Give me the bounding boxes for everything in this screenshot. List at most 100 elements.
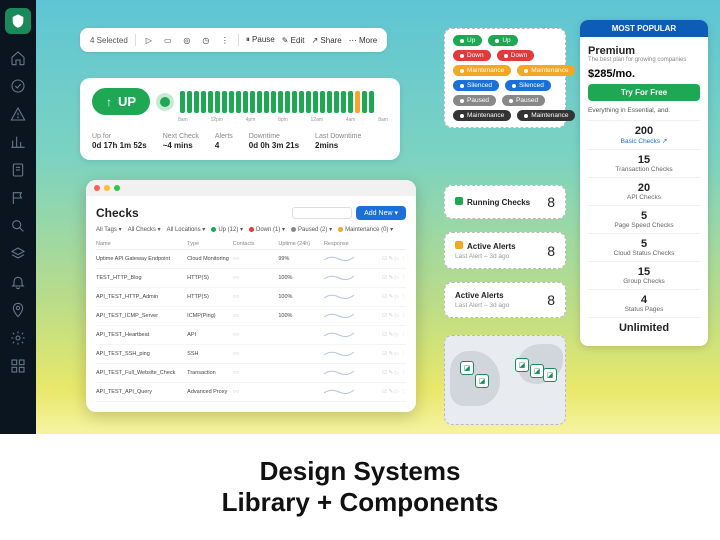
pricing-feature: 15Transaction Checks	[588, 149, 700, 177]
stat-label: Downtime	[249, 133, 299, 140]
filter-row: All Tags ▾ All Checks ▾ All Locations ▾ Up …	[96, 226, 406, 233]
uptime-bar	[194, 91, 199, 113]
uptime-bar	[229, 91, 234, 113]
stat-value: ~4 mins	[163, 141, 199, 150]
table-row[interactable]: TEST_HTTP_BlogHTTP(S)○○100%☑ ✎ ▷ ⋮	[96, 269, 406, 288]
checks-title: Checks	[96, 206, 139, 220]
uptime-bar	[215, 91, 220, 113]
uptime-bar	[271, 91, 276, 113]
layers-icon[interactable]	[6, 242, 30, 266]
map-pin-icon[interactable]: ◪	[460, 361, 474, 375]
calendar-icon[interactable]: ▭	[162, 34, 174, 46]
grid-icon[interactable]	[6, 354, 30, 378]
status-badge: Down	[453, 50, 491, 61]
try-free-button[interactable]: Try For Free	[588, 84, 700, 101]
uptime-bar	[222, 91, 227, 113]
pricing-feature: 5Page Speed Checks	[588, 205, 700, 233]
pause-button[interactable]: ⏸ Pause	[246, 35, 275, 45]
stat-card[interactable]: Running Checks8	[444, 185, 566, 219]
app-logo[interactable]	[5, 8, 31, 34]
plan-price: $285/mo.	[588, 68, 700, 80]
status-badge: Up	[488, 35, 517, 46]
stat-label: Up for	[92, 133, 147, 140]
alert-icon	[455, 241, 463, 249]
shield-icon	[455, 197, 463, 205]
status-filter[interactable]: Paused (2) ▾	[291, 226, 332, 233]
stat-card[interactable]: Active AlertsLast Alert – 3d ago8	[444, 282, 566, 318]
pricing-feature: 200Basic Checks ↗	[588, 120, 700, 149]
status-filter[interactable]: Maintenance (0) ▾	[338, 226, 393, 233]
status-badge: Maintenance	[453, 65, 511, 76]
filter-dropdown[interactable]: All Checks ▾	[128, 226, 161, 233]
status-badge: Maintenance	[453, 110, 511, 121]
table-row[interactable]: API_TEST_SSH_pingSSH○○☑ ✎ ▷ ⋮	[96, 345, 406, 364]
status-filter[interactable]: Up (12) ▾	[211, 226, 243, 233]
status-badge: Maintenance	[517, 110, 575, 121]
check-icon[interactable]	[6, 74, 30, 98]
table-row[interactable]: Uptime API Gateway EndpointCloud Monitor…	[96, 250, 406, 269]
status-badge: Paused	[502, 95, 545, 106]
filter-dropdown[interactable]: All Tags ▾	[96, 226, 122, 233]
home-icon[interactable]	[6, 46, 30, 70]
stat-value: 2mins	[315, 141, 361, 150]
more-button[interactable]: ⋯ More	[349, 36, 377, 45]
selection-count: 4 Selected	[90, 36, 128, 45]
search-input[interactable]	[292, 207, 352, 219]
table-row[interactable]: API_TEST_Full_Website_CheckTransaction○○…	[96, 364, 406, 383]
status-badge: Paused	[453, 95, 496, 106]
search-icon[interactable]	[6, 214, 30, 238]
pulse-icon	[160, 97, 170, 107]
status-stats: Up for0d 17h 1m 52sNext Check~4 minsAler…	[92, 133, 388, 150]
edit-button[interactable]: ✎ Edit	[282, 36, 305, 45]
pricing-feature: Unlimited	[588, 317, 700, 338]
window-traffic-lights	[86, 180, 416, 196]
table-row[interactable]: API_TEST_HeartbeatAPI○○☑ ✎ ▷ ⋮	[96, 326, 406, 345]
up-status-pill: ↑UP	[92, 88, 150, 115]
status-card: ↑UP 8am12pm4pm8pm12am4am8am Up for0d 17h…	[80, 78, 400, 160]
table-row[interactable]: API_TEST_HTTP_AdminHTTP(S)○○100%☑ ✎ ▷ ⋮	[96, 288, 406, 307]
bell-icon[interactable]	[6, 270, 30, 294]
doc-icon[interactable]	[6, 158, 30, 182]
pin-icon[interactable]	[6, 298, 30, 322]
plan-name: Premium	[588, 45, 700, 57]
stat-value: 4	[215, 141, 233, 150]
uptime-bar	[243, 91, 248, 113]
uptime-bar	[278, 91, 283, 113]
target-icon[interactable]: ◎	[181, 34, 193, 46]
uptime-bar	[369, 91, 374, 113]
plan-tagline: The best plan for growing companies	[588, 57, 700, 64]
stat-value: 0d 0h 3m 21s	[249, 141, 299, 150]
uptime-bar	[327, 91, 332, 113]
map-pin-icon[interactable]: ◪	[515, 358, 529, 372]
map-pin-icon[interactable]: ◪	[475, 374, 489, 388]
uptime-bar	[348, 91, 353, 113]
stat-label: Alerts	[215, 133, 233, 140]
filter-dropdown[interactable]: All Locations ▾	[167, 226, 206, 233]
alert-icon[interactable]	[6, 102, 30, 126]
uptime-bar	[292, 91, 297, 113]
uptime-bar	[334, 91, 339, 113]
play-icon[interactable]: ▷	[143, 34, 155, 46]
flag-icon[interactable]	[6, 186, 30, 210]
table-row[interactable]: API_TEST_ICMP_ServerICMP(Ping)○○100%☑ ✎ …	[96, 307, 406, 326]
uptime-bar	[180, 91, 185, 113]
table-row[interactable]: API_TEST_API_QueryAdvanced Proxy○○☑ ✎ ▷ …	[96, 383, 406, 402]
map-pin-icon[interactable]: ◪	[530, 364, 544, 378]
table-header: NameTypeContactsUptime (24h)Response	[96, 239, 406, 250]
includes-label: Everything in Essential, and:	[588, 107, 700, 114]
add-new-button[interactable]: Add New ▾	[356, 206, 406, 220]
clock-icon[interactable]: ◷	[200, 34, 212, 46]
status-badge: Silenced	[505, 80, 551, 91]
pricing-feature: 15Group Checks	[588, 261, 700, 289]
more-icon[interactable]: ⋮	[219, 34, 231, 46]
uptime-bar	[187, 91, 192, 113]
gear-icon[interactable]	[6, 326, 30, 350]
share-button[interactable]: ↗ Share	[311, 36, 341, 45]
uptime-bars	[180, 91, 388, 113]
status-filter[interactable]: Down (1) ▾	[249, 226, 285, 233]
chart-icon[interactable]	[6, 130, 30, 154]
uptime-bar	[257, 91, 262, 113]
stat-card[interactable]: Active AlertsLast Alert – 3d ago8	[444, 232, 566, 269]
uptime-bar	[362, 91, 367, 113]
map-pin-icon[interactable]: ◪	[543, 368, 557, 382]
